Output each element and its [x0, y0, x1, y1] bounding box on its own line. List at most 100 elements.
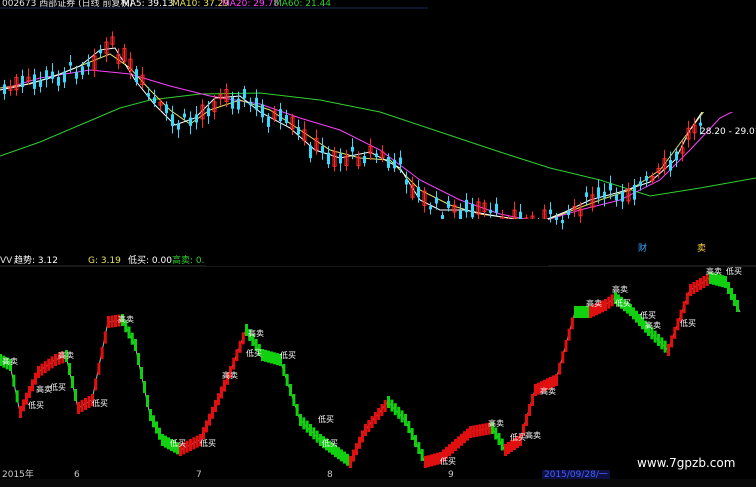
indicator-bar [387, 396, 390, 408]
candle-body [135, 69, 138, 83]
indicator-bar [71, 376, 74, 388]
candle-body [177, 123, 180, 130]
indicator-bar [685, 292, 689, 305]
candle-body [249, 101, 252, 106]
indicator-bar [19, 406, 22, 418]
candle-body [69, 62, 72, 66]
indicator-bar [346, 453, 349, 466]
candle-body [585, 192, 588, 197]
indicator-bar [481, 423, 485, 436]
indicator-bar [448, 444, 451, 457]
candle-body [171, 114, 174, 127]
indicator-bar [400, 410, 404, 423]
indicator-bar [689, 284, 692, 296]
indicator-bar [555, 374, 558, 386]
indicator-bar [202, 427, 205, 440]
candle-body [33, 74, 36, 89]
candle-body [3, 84, 6, 95]
indicator-bar [558, 362, 562, 375]
indicator-bar [114, 315, 117, 327]
candle-body [195, 114, 198, 123]
candle-body [435, 197, 438, 204]
indicator-bar [692, 282, 696, 294]
finance-marker[interactable]: 财 [638, 244, 647, 254]
candle-body [615, 194, 618, 201]
indicator-bar [504, 444, 507, 456]
indicator-bar [31, 379, 34, 392]
sell-marker[interactable]: 卖 [697, 244, 706, 254]
indicator-bar [54, 354, 57, 366]
indicator-bar [564, 340, 568, 352]
candle-body [153, 97, 156, 104]
indicator-bar [390, 399, 394, 412]
candle-body [309, 145, 312, 159]
indicator-bar [22, 399, 25, 412]
low-buy-signal: 低买 [28, 401, 44, 410]
indicator-bar [152, 415, 155, 428]
indicator-bar [570, 317, 574, 330]
indicator-bar [430, 454, 433, 467]
indicator-bar [97, 362, 101, 375]
indicator-bar [667, 344, 670, 356]
ma20-label: MA20: 29.78 [222, 0, 280, 9]
candle-body [285, 115, 288, 123]
high-sell-signal: 高卖 [645, 321, 661, 330]
indicator-bar [451, 441, 454, 454]
indicator-bar [433, 453, 436, 466]
indicator-bar [220, 386, 223, 399]
indicator-bar [414, 435, 417, 447]
high-sell-label: 高卖: 0. [172, 256, 205, 266]
low-buy-signal: 低买 [92, 399, 108, 408]
trend-label: 趋势: 3.12 [14, 256, 58, 266]
candle-body [255, 97, 258, 110]
indicator-bar [699, 278, 702, 290]
indicator-bar [211, 406, 214, 419]
ma5-label: MA5: 39.13 [122, 0, 174, 9]
candle-body [63, 71, 66, 83]
bottom-tab-strip[interactable] [0, 479, 756, 487]
indicator-bar [309, 424, 312, 436]
indicator-bar [736, 300, 739, 312]
candle-body [267, 117, 270, 127]
indicator-bar [475, 424, 479, 437]
indicator-bar [657, 334, 660, 346]
candle-body [675, 151, 678, 161]
indicator-bar [460, 433, 463, 446]
indicator-bar [472, 425, 476, 438]
high-sell-signal: 高卖 [586, 299, 602, 308]
high-sell-signal: 高卖 [540, 387, 556, 396]
indicator-bar [702, 276, 706, 288]
indicator-bar [436, 452, 439, 465]
candle-body [75, 71, 78, 79]
indicator-bar [361, 430, 364, 443]
g-label: G: 3.19 [88, 256, 121, 266]
indicator-bar [164, 435, 167, 448]
candle-body [99, 50, 102, 54]
indicator-bar [289, 384, 292, 396]
indicator-bar [352, 449, 355, 462]
indicator-bar [15, 390, 19, 403]
indicator-bar [267, 350, 270, 363]
indicator-bar [534, 384, 537, 396]
candle-body [81, 66, 84, 75]
indicator-bar [192, 437, 196, 450]
candle-body [609, 183, 612, 191]
high-sell-signal: 高卖 [248, 329, 264, 338]
indicator-bar [12, 374, 16, 387]
candle-body [243, 88, 246, 99]
high-sell-signal: 高卖 [58, 351, 74, 360]
indicator-bar [367, 420, 371, 432]
candle-body [165, 104, 168, 114]
indicator-bar [28, 386, 31, 398]
indicator-bar [364, 424, 367, 436]
indicator-bar [567, 328, 571, 341]
indicator-bar [340, 449, 343, 462]
candle-body [495, 203, 498, 213]
candle-body [699, 122, 702, 126]
candle-body [231, 97, 234, 109]
indicator-bar [632, 307, 635, 320]
indicator-bar [241, 332, 245, 345]
candle-body [555, 216, 558, 221]
indicator-bar [466, 428, 469, 441]
candle-body [417, 186, 420, 198]
